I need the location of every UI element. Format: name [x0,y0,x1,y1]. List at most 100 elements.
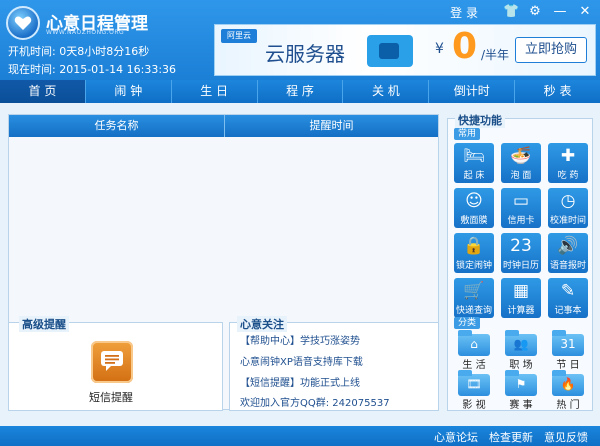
ad-banner[interactable]: 阿里云 云服务器 ¥ 0 /半年 立即抢购 [214,24,596,76]
category-item-festival-calendar[interactable]: 31 节 日 [548,330,588,371]
speaker-icon: 🔊 [557,236,579,256]
category-item-label: 职 场 [509,360,533,371]
trophy-icon: ⚑ [505,370,537,396]
quick-item-notepad[interactable]: ✎ 记事本 [548,278,588,318]
quick-item-calendar[interactable]: 23 时钟日历 [501,233,541,273]
category-grid: ⌂ 生 活 👥 职 场 31 节 日 🎞 影 视 ⚑ 赛 事 🔥 热 门 [454,330,588,411]
tab-stopwatch[interactable]: 秒 表 [515,80,600,103]
quick-item-calculator[interactable]: ▦ 计算器 [501,278,541,318]
quick-item-medicine[interactable]: ✚ 吃 药 [548,143,588,183]
ad-title: 云服务器 [265,42,345,66]
lock-icon: 🔒 [463,236,485,256]
category-item-trophy[interactable]: ⚑ 赛 事 [501,370,541,411]
column-reminder-time[interactable]: 提醒时间 [225,115,438,137]
heart-logo-icon [6,6,40,40]
ad-yen: ¥ [435,41,444,57]
tab-shutdown[interactable]: 关 机 [343,80,430,103]
main-area: 任务名称 提醒时间 高级提醒 短信提醒 心意关注 【帮助中心】学技巧涨姿势 心意… [0,103,600,426]
home-icon: ⌂ [458,330,490,356]
quick-item-clock-calibrate[interactable]: ◷ 校准时间 [548,188,588,228]
quick-item-label: 信用卡 [507,216,535,226]
ad-price: 0 [452,26,478,67]
news-panel: 心意关注 【帮助中心】学技巧涨姿势 心意闹钟XP语音支持库下载 【短信提醒】功能… [229,316,439,411]
quick-item-label: 快递查询 [455,306,492,316]
quick-item-label: 计算器 [507,306,535,316]
bed-icon: 🛏 [463,146,485,166]
tab-birthday[interactable]: 生 日 [172,80,258,103]
news-title: 心意关注 [237,316,287,332]
category-glyph: 👥 [513,337,529,351]
tab-program[interactable]: 程 序 [258,80,344,103]
sms-reminder-label[interactable]: 短信提醒 [79,389,143,405]
column-task-name[interactable]: 任务名称 [9,115,225,137]
quick-item-label: 语音报时 [549,261,586,271]
task-list-header: 任务名称 提醒时间 [9,115,438,137]
people-icon: 👥 [505,330,537,356]
header: 心意日程管理 WWW.NAOZHONG.ORG 开机时间: 0天8小时8分16秒… [0,0,600,80]
quick-item-noodle[interactable]: 🍜 泡 面 [501,143,541,183]
quick-item-label: 记事本 [554,306,582,316]
quick-item-label: 校准时间 [549,216,586,226]
quick-grid: 🛏 起 床 🍜 泡 面 ✚ 吃 药 ☺ 敷面膜 ▭ 信用卡 ◷ 校准时间 🔒 锁定闹钟 23 时钟日历 🔊 语音报… [454,143,588,318]
close-icon[interactable]: ✕ [578,5,592,19]
feedback-link[interactable]: 意见反馈 [544,429,588,445]
festival-calendar-icon: 31 [552,330,584,356]
category-glyph: ⚑ [515,377,527,391]
ad-brand: 阿里云 [221,29,257,43]
quick-item-lock[interactable]: 🔒 锁定闹钟 [454,233,494,273]
quick-item-credit-card[interactable]: ▭ 信用卡 [501,188,541,228]
footer-bar: 心意论坛 检查更新 意见反馈 [0,426,600,446]
ad-period: /半年 [481,48,510,62]
gear-icon[interactable]: ⚙ [528,5,542,19]
tab-home[interactable]: 首 页 [0,80,86,103]
advanced-reminder-panel: 高级提醒 短信提醒 [8,316,223,411]
news-link[interactable]: 【短信提醒】功能正式上线 [240,374,360,389]
quick-functions-panel: 快捷功能 常用 🛏 起 床 🍜 泡 面 ✚ 吃 药 ☺ 敷面膜 ▭ 信用卡 ◷ 校准时间 🔒 锁定闹钟 23… [447,112,593,411]
calendar-icon: 23 [510,236,532,256]
shirt-icon[interactable]: 👕 [503,5,519,19]
quick-item-label: 吃 药 [557,171,579,181]
current-time: 现在时间: 2015-01-14 16:33:36 [8,63,177,76]
notepad-icon: ✎ [560,281,576,301]
ad-buy-button[interactable]: 立即抢购 [515,37,587,63]
quick-item-label: 敷面膜 [460,216,488,226]
minimize-icon[interactable]: — [553,5,567,19]
news-link[interactable]: 欢迎加入官方QQ群: 242075537 [240,394,390,409]
credit-card-icon: ▭ [512,191,530,211]
category-item-fire[interactable]: 🔥 热 门 [548,370,588,411]
server-icon [367,35,413,67]
category-item-home[interactable]: ⌂ 生 活 [454,330,494,371]
app-subtitle: WWW.NAOZHONG.ORG [46,29,125,36]
quick-item-cart[interactable]: 🛒 快递查询 [454,278,494,318]
news-link[interactable]: 【帮助中心】学技巧涨姿势 [240,332,360,347]
category-glyph: 🔥 [560,377,576,391]
film-icon: 🎞 [458,370,490,396]
category-glyph: 🎞 [466,377,482,391]
category-item-label: 生 活 [462,360,486,371]
quick-item-speaker[interactable]: 🔊 语音报时 [548,233,588,273]
category-item-people[interactable]: 👥 职 场 [501,330,541,371]
quick-item-label: 泡 面 [510,171,532,181]
category-glyph: ⌂ [470,337,478,351]
forum-link[interactable]: 心意论坛 [434,429,478,445]
tab-countdown[interactable]: 倒计时 [429,80,516,103]
category-item-label: 影 视 [462,400,486,411]
cart-icon: 🛒 [463,281,485,301]
medicine-icon: ✚ [560,146,576,166]
check-update-link[interactable]: 检查更新 [489,429,533,445]
tab-alarm[interactable]: 闹 钟 [86,80,172,103]
category-label: 分类 [454,317,480,329]
common-label: 常用 [454,128,480,140]
sms-icon[interactable] [91,341,133,383]
quick-item-bed[interactable]: 🛏 起 床 [454,143,494,183]
quick-item-label: 时钟日历 [502,261,539,271]
quick-item-mask[interactable]: ☺ 敷面膜 [454,188,494,228]
mask-icon: ☺ [465,191,483,211]
category-item-label: 赛 事 [509,400,533,411]
clock-calibrate-icon: ◷ [560,191,576,211]
category-item-film[interactable]: 🎞 影 视 [454,370,494,411]
noodle-icon: 🍜 [510,146,532,166]
calculator-icon: ▦ [512,281,530,301]
login-link[interactable]: 登 录 [450,4,478,21]
news-link[interactable]: 心意闹钟XP语音支持库下载 [240,353,363,368]
